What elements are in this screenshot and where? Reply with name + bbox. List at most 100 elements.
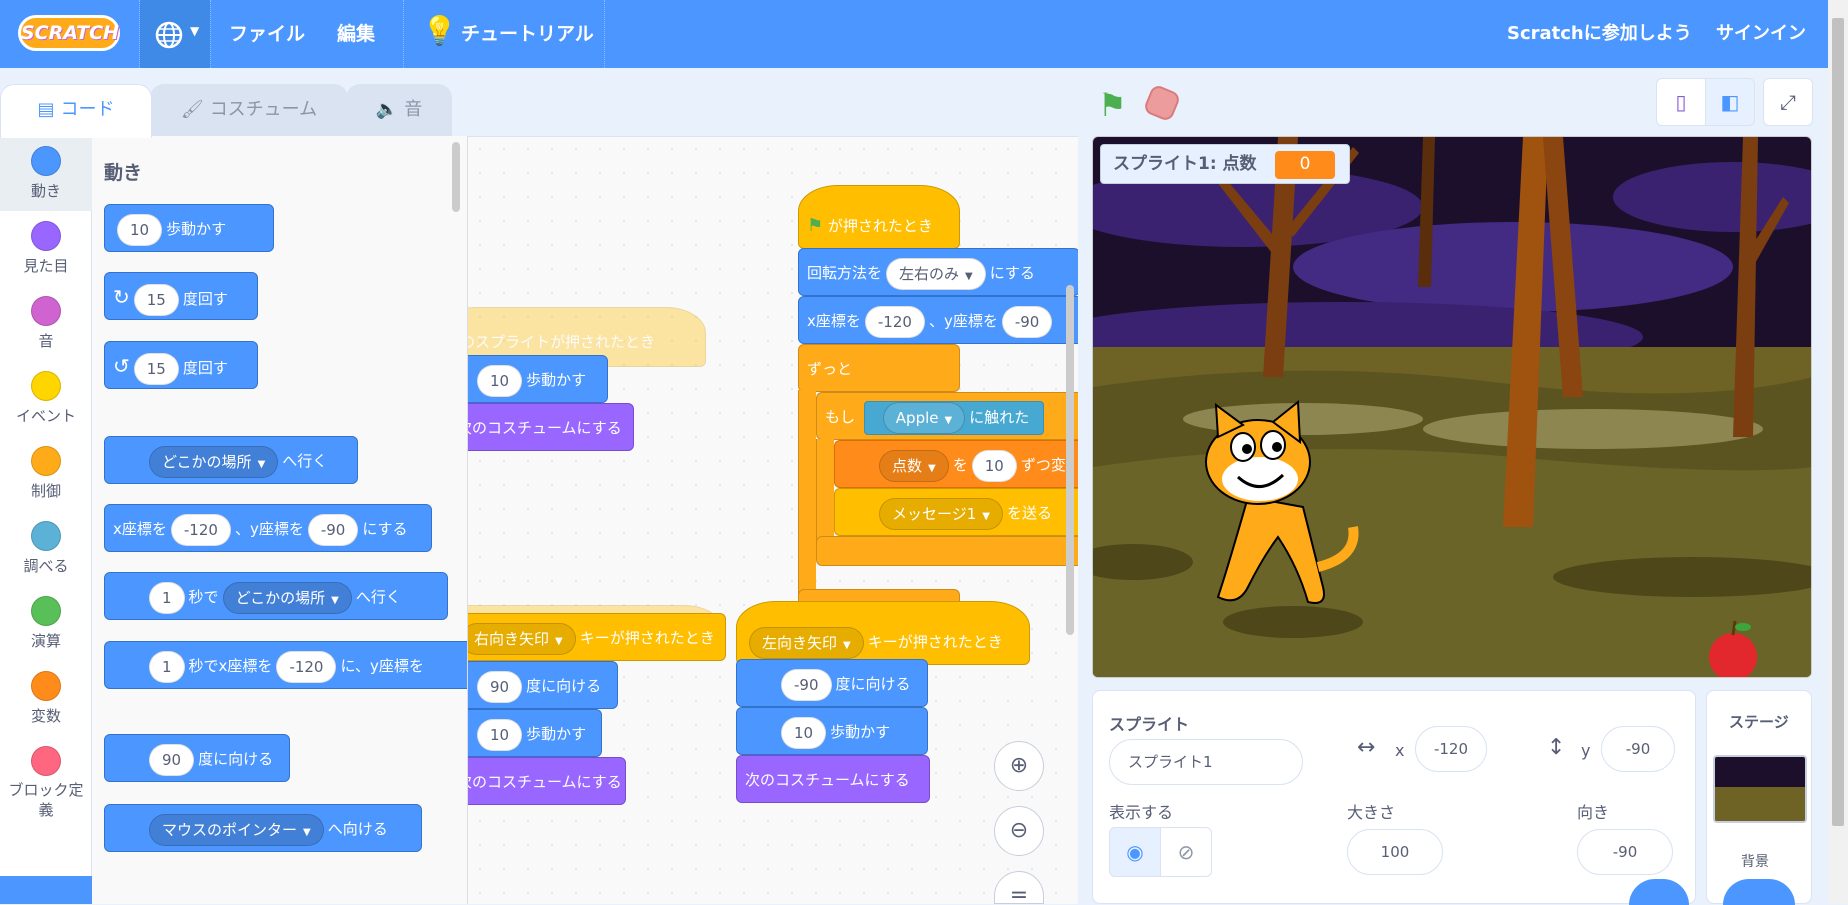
direction-input[interactable]: -90 [1577, 829, 1673, 875]
input-steps[interactable]: 10 [477, 364, 523, 397]
key-dropdown[interactable]: 右向き矢印 ▼ [468, 622, 576, 655]
block-when-flag-clicked[interactable]: ⚑ が押されたとき [798, 185, 960, 249]
input-y[interactable]: -90 [1001, 305, 1053, 338]
input-direction[interactable]: 90 [149, 743, 195, 776]
input-x[interactable]: -120 [864, 305, 925, 338]
block-goto-xy[interactable]: x座標を -120 、y座標を -90 [798, 296, 1078, 344]
block-set-rotation-style[interactable]: 回転方法を 左右のみ ▼ にする [798, 248, 1078, 296]
input-seconds[interactable]: 1 [149, 581, 185, 614]
point-target-dropdown[interactable]: マウスのポインター ▼ [149, 813, 324, 846]
menu-file[interactable]: ファイル [229, 19, 305, 46]
block-change-variable[interactable]: 点数 ▼ を 10 ずつ変 [834, 440, 1078, 488]
block-turn-right[interactable]: ↻ 15 度回す [104, 272, 258, 320]
block-point-direction[interactable]: 90 度に向ける [104, 734, 290, 782]
variable-monitor[interactable]: スプライト1: 点数 0 [1100, 144, 1350, 184]
extension-button[interactable] [0, 876, 92, 904]
input-steps[interactable]: 10 [477, 718, 523, 751]
zoom-in-button[interactable]: ⊕ [994, 741, 1044, 791]
input-steps[interactable]: 10 [781, 716, 827, 749]
input-y[interactable]: -90 [307, 513, 359, 546]
workspace-scrollbar[interactable] [1066, 285, 1074, 635]
block-when-key-pressed[interactable]: 右向き矢印 ▼ キーが押されたとき [468, 613, 726, 661]
input-direction[interactable]: 90 [477, 670, 523, 703]
input-seconds[interactable]: 1 [149, 650, 185, 683]
backdrop-thumbnail[interactable] [1713, 755, 1807, 823]
touching-target-dropdown[interactable]: Apple ▼ [882, 401, 966, 434]
category-looks[interactable]: 見た目 [0, 211, 92, 286]
block-next-costume[interactable]: 次のコスチュームにする [736, 755, 930, 803]
touching-condition[interactable]: Apple ▼ に触れた [863, 400, 1045, 435]
block-goto-xy[interactable]: x座標を -120 、y座標を -90 にする [104, 504, 432, 552]
key-dropdown[interactable]: 左向き矢印 ▼ [749, 626, 864, 659]
scrollbar-thumb[interactable] [1832, 18, 1844, 826]
x-input[interactable]: -120 [1415, 726, 1487, 772]
category-events[interactable]: イベント [0, 361, 92, 436]
block-when-key-pressed[interactable]: 左向き矢印 ▼ キーが押されたとき [736, 601, 1030, 665]
block-point-direction[interactable]: -90 度に向ける [736, 659, 928, 707]
show-visible-button[interactable]: ◉ [1109, 827, 1161, 877]
sprite-label: スプライト [1109, 715, 1190, 734]
input-steps[interactable]: 10 [117, 213, 163, 246]
glide-target-dropdown[interactable]: どこかの場所 ▼ [222, 581, 352, 614]
input-change-amount[interactable]: 10 [971, 449, 1017, 482]
category-control[interactable]: 制御 [0, 436, 92, 511]
y-input[interactable]: -90 [1601, 726, 1675, 772]
category-operators[interactable]: 演算 [0, 586, 92, 661]
message-dropdown[interactable]: メッセージ1 ▼ [879, 497, 1003, 530]
zoom-out-button[interactable]: ⊖ [994, 806, 1044, 856]
block-turn-left[interactable]: ↺ 15 度回す [104, 341, 258, 389]
variable-dropdown[interactable]: 点数 ▼ [879, 449, 949, 482]
scratch-logo[interactable]: SCRATCH [18, 15, 120, 51]
category-my-blocks[interactable]: ブロック定義 [0, 736, 92, 836]
rotation-style-dropdown[interactable]: 左右のみ ▼ [886, 257, 986, 290]
sprite-name-input[interactable]: スプライト1 [1109, 739, 1303, 785]
menu-edit[interactable]: 編集 [337, 19, 375, 46]
category-sound[interactable]: 音 [0, 286, 92, 361]
goto-target-dropdown[interactable]: どこかの場所 ▼ [149, 445, 279, 478]
input-x[interactable]: -120 [276, 650, 337, 683]
category-sensing[interactable]: 調べる [0, 511, 92, 586]
tab-code[interactable]: ▤ コード [0, 84, 152, 138]
show-hidden-button[interactable]: ⊘ [1160, 827, 1212, 877]
join-scratch-link[interactable]: Scratchに参加しよう [1507, 19, 1692, 45]
input-degrees[interactable]: 15 [133, 283, 179, 316]
block-move-steps[interactable]: 10 歩動かす [468, 355, 608, 403]
if-end [816, 536, 1078, 566]
block-glide-to[interactable]: 1 秒で どこかの場所 ▼ へ行く [104, 572, 448, 620]
operators-category-icon [31, 596, 61, 626]
page-scrollbar[interactable] [1828, 0, 1848, 904]
block-point-towards[interactable]: マウスのポインター ▼ へ向ける [104, 804, 422, 852]
palette-scrollbar[interactable] [452, 142, 460, 212]
script-workspace[interactable]: このスプライトが押されたとき 10歩動かす 次のコスチュームにする 右向き矢印▼… [468, 136, 1078, 904]
fullscreen-button[interactable]: ⤢ [1763, 78, 1813, 126]
input-degrees[interactable]: 15 [133, 352, 179, 385]
block-glide-xy[interactable]: 1 秒でx座標を -120 に、y座標を [104, 641, 467, 689]
green-flag-button[interactable]: ⚑ [1098, 86, 1127, 124]
block-broadcast[interactable]: メッセージ1 ▼ を送る [834, 488, 1078, 536]
block-if[interactable]: もし Apple ▼ に触れた [816, 392, 1078, 440]
block-forever[interactable]: ずっと [798, 344, 960, 392]
block-goto[interactable]: どこかの場所 ▼ へ行く [104, 436, 358, 484]
small-stage-button[interactable]: ▯ [1656, 78, 1706, 126]
language-menu[interactable]: ▼ [140, 0, 210, 68]
tab-costumes[interactable]: 🖌 コスチューム [150, 84, 348, 136]
normal-stage-button[interactable]: ◧ [1705, 78, 1755, 126]
block-next-costume[interactable]: 次のコスチュームにする [468, 757, 626, 805]
choose-sprite-button[interactable] [1629, 879, 1689, 905]
input-direction[interactable]: -90 [781, 668, 832, 701]
input-x[interactable]: -120 [170, 513, 231, 546]
choose-backdrop-button[interactable] [1723, 879, 1795, 905]
block-next-costume[interactable]: 次のコスチュームにする [468, 403, 634, 451]
stage-canvas[interactable] [1092, 136, 1812, 678]
category-variables[interactable]: 変数 [0, 661, 92, 736]
block-move-steps[interactable]: 10 歩動かす [104, 204, 274, 252]
block-move-steps[interactable]: 10 歩動かす [736, 707, 928, 755]
stop-button[interactable] [1142, 83, 1182, 123]
block-move-steps[interactable]: 10 歩動かす [468, 709, 602, 757]
block-point-direction[interactable]: 90 度に向ける [468, 661, 618, 709]
size-input[interactable]: 100 [1347, 829, 1443, 875]
category-motion[interactable]: 動き [0, 136, 92, 211]
menu-tutorials[interactable]: チュートリアル [461, 19, 594, 46]
tab-sounds[interactable]: 🔈 音 [346, 84, 452, 136]
sign-in-link[interactable]: サインイン [1716, 19, 1806, 45]
